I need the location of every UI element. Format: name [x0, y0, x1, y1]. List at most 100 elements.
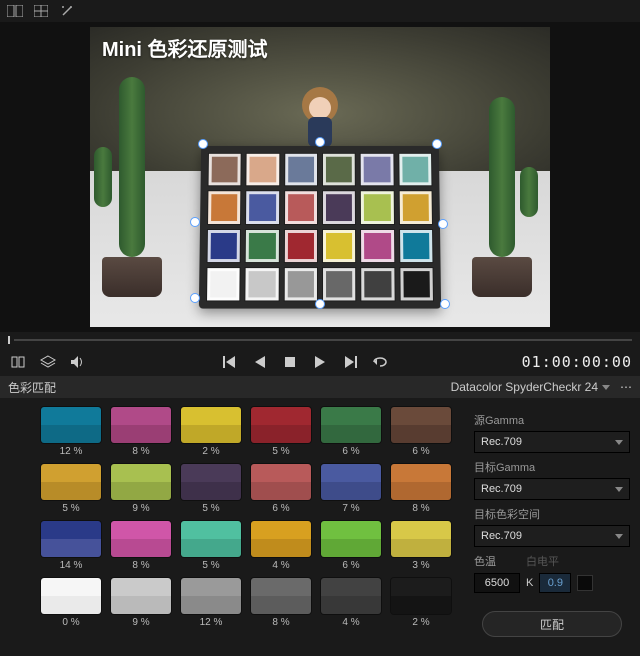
checker-patch [285, 154, 317, 186]
checker-patch [207, 268, 240, 301]
step-back-button[interactable] [250, 352, 270, 372]
swatch-cell[interactable]: 12 % [40, 406, 102, 457]
chevron-down-icon [602, 385, 610, 390]
swatch-percent: 5 % [202, 560, 219, 571]
src-gamma-select[interactable]: Rec.709 [474, 431, 630, 453]
swatch-percent: 5 % [202, 503, 219, 514]
panel-menu-icon[interactable]: ⋯ [620, 380, 632, 394]
corner-handle-br[interactable] [440, 299, 450, 309]
corner-handle-tr[interactable] [432, 139, 442, 149]
swatch-percent: 6 % [272, 503, 289, 514]
swatch-cell[interactable]: 5 % [180, 463, 242, 514]
swatch-cell[interactable]: 12 % [180, 577, 242, 628]
corner-handle-bl[interactable] [190, 293, 200, 303]
side-panel: 源Gamma Rec.709 目标Gamma Rec.709 目标色彩空间 Re… [464, 398, 640, 656]
dst-cs-label: 目标色彩空间 [474, 506, 630, 522]
swatch-percent: 8 % [132, 560, 149, 571]
video-frame[interactable]: Mini 色彩还原测试 [90, 27, 550, 327]
overlay-title: Mini 色彩还原测试 [102, 33, 268, 62]
swatch-percent: 12 % [200, 617, 223, 628]
swatch-percent: 7 % [342, 503, 359, 514]
chevron-down-icon [615, 440, 623, 445]
preset-label: Datacolor SpyderCheckr 24 [451, 380, 598, 394]
swatch-cell[interactable]: 8 % [110, 406, 172, 457]
swatch-cell[interactable]: 8 % [390, 463, 452, 514]
swatch-percent: 9 % [132, 503, 149, 514]
checker-patch [209, 154, 241, 186]
swatch-cell[interactable]: 6 % [390, 406, 452, 457]
timeline[interactable] [0, 332, 640, 348]
swatch-cell[interactable]: 4 % [320, 577, 382, 628]
checker-patch [285, 192, 317, 224]
prev-clip-button[interactable] [220, 352, 240, 372]
swatch-cell[interactable]: 6 % [320, 520, 382, 571]
checker-patch [399, 154, 431, 186]
dst-cs-select[interactable]: Rec.709 [474, 525, 630, 547]
swatch-percent: 6 % [342, 446, 359, 457]
swatch-cell[interactable]: 14 % [40, 520, 102, 571]
swatch-cell[interactable]: 4 % [250, 520, 312, 571]
swatch-cell[interactable]: 7 % [320, 463, 382, 514]
swatch-cell[interactable]: 0 % [40, 577, 102, 628]
viewer: Mini 色彩还原测试 [0, 22, 640, 332]
tint-input[interactable] [539, 573, 571, 593]
swatch-percent: 5 % [62, 503, 79, 514]
swatch-percent: 4 % [272, 560, 289, 571]
edge-handle-left[interactable] [190, 217, 200, 227]
layers-icon[interactable] [38, 352, 58, 372]
checker-patch [400, 268, 433, 301]
edge-handle-right[interactable] [438, 219, 448, 229]
swatch-cell[interactable]: 6 % [320, 406, 382, 457]
swatch-cell[interactable]: 6 % [250, 463, 312, 514]
edge-handle-bottom[interactable] [315, 299, 325, 309]
tint-checkbox[interactable] [577, 575, 593, 591]
match-button[interactable]: 匹配 [482, 611, 622, 637]
color-checker-overlay[interactable] [199, 146, 441, 309]
timecode[interactable]: 01:00:00:00 [522, 353, 632, 371]
preset-dropdown[interactable]: Datacolor SpyderCheckr 24 [451, 380, 610, 394]
swatch-cell[interactable]: 5 % [40, 463, 102, 514]
swatch-percent: 9 % [132, 617, 149, 628]
swatch-cell[interactable]: 2 % [180, 406, 242, 457]
checker-patch [361, 192, 393, 224]
play-button[interactable] [310, 352, 330, 372]
panel-title: 色彩匹配 [8, 379, 56, 396]
temp-input[interactable] [474, 573, 520, 593]
swatch-cell[interactable]: 8 % [250, 577, 312, 628]
grid-icon[interactable] [32, 2, 50, 20]
swatch-cell[interactable]: 8 % [110, 520, 172, 571]
dst-gamma-label: 目标Gamma [474, 459, 630, 475]
swatch-percent: 8 % [412, 503, 429, 514]
swatch-percent: 8 % [272, 617, 289, 628]
loop-button[interactable] [370, 352, 390, 372]
swatch-percent: 2 % [412, 617, 429, 628]
tint-label: 白电平 [526, 553, 559, 569]
temp-label: 色温 [474, 553, 496, 569]
audio-icon[interactable] [68, 352, 88, 372]
swatch-percent: 0 % [62, 617, 79, 628]
checker-patch [361, 230, 394, 262]
swatch-cell[interactable]: 2 % [390, 577, 452, 628]
swatch-cell[interactable]: 9 % [110, 577, 172, 628]
swatch-cell[interactable]: 9 % [110, 463, 172, 514]
swatch-cell[interactable]: 5 % [180, 520, 242, 571]
checker-patch [247, 154, 279, 186]
wand-icon[interactable] [58, 2, 76, 20]
layout-icon[interactable] [6, 2, 24, 20]
marker-icon[interactable] [8, 352, 28, 372]
swatch-cell[interactable]: 5 % [250, 406, 312, 457]
temp-unit: K [526, 577, 533, 589]
next-clip-button[interactable] [340, 352, 360, 372]
checker-patch [246, 268, 279, 301]
checker-patch [208, 230, 241, 262]
swatch-area: 12 %8 %2 %5 %6 %6 %5 %9 %5 %6 %7 %8 %14 … [0, 398, 464, 656]
checker-patch [323, 230, 355, 262]
checker-patch [323, 192, 355, 224]
swatch-cell[interactable]: 3 % [390, 520, 452, 571]
stop-button[interactable] [280, 352, 300, 372]
swatch-percent: 8 % [132, 446, 149, 457]
edge-handle-top[interactable] [315, 137, 325, 147]
transport-controls: 01:00:00:00 [0, 348, 640, 376]
corner-handle-tl[interactable] [198, 139, 208, 149]
dst-gamma-select[interactable]: Rec.709 [474, 478, 630, 500]
